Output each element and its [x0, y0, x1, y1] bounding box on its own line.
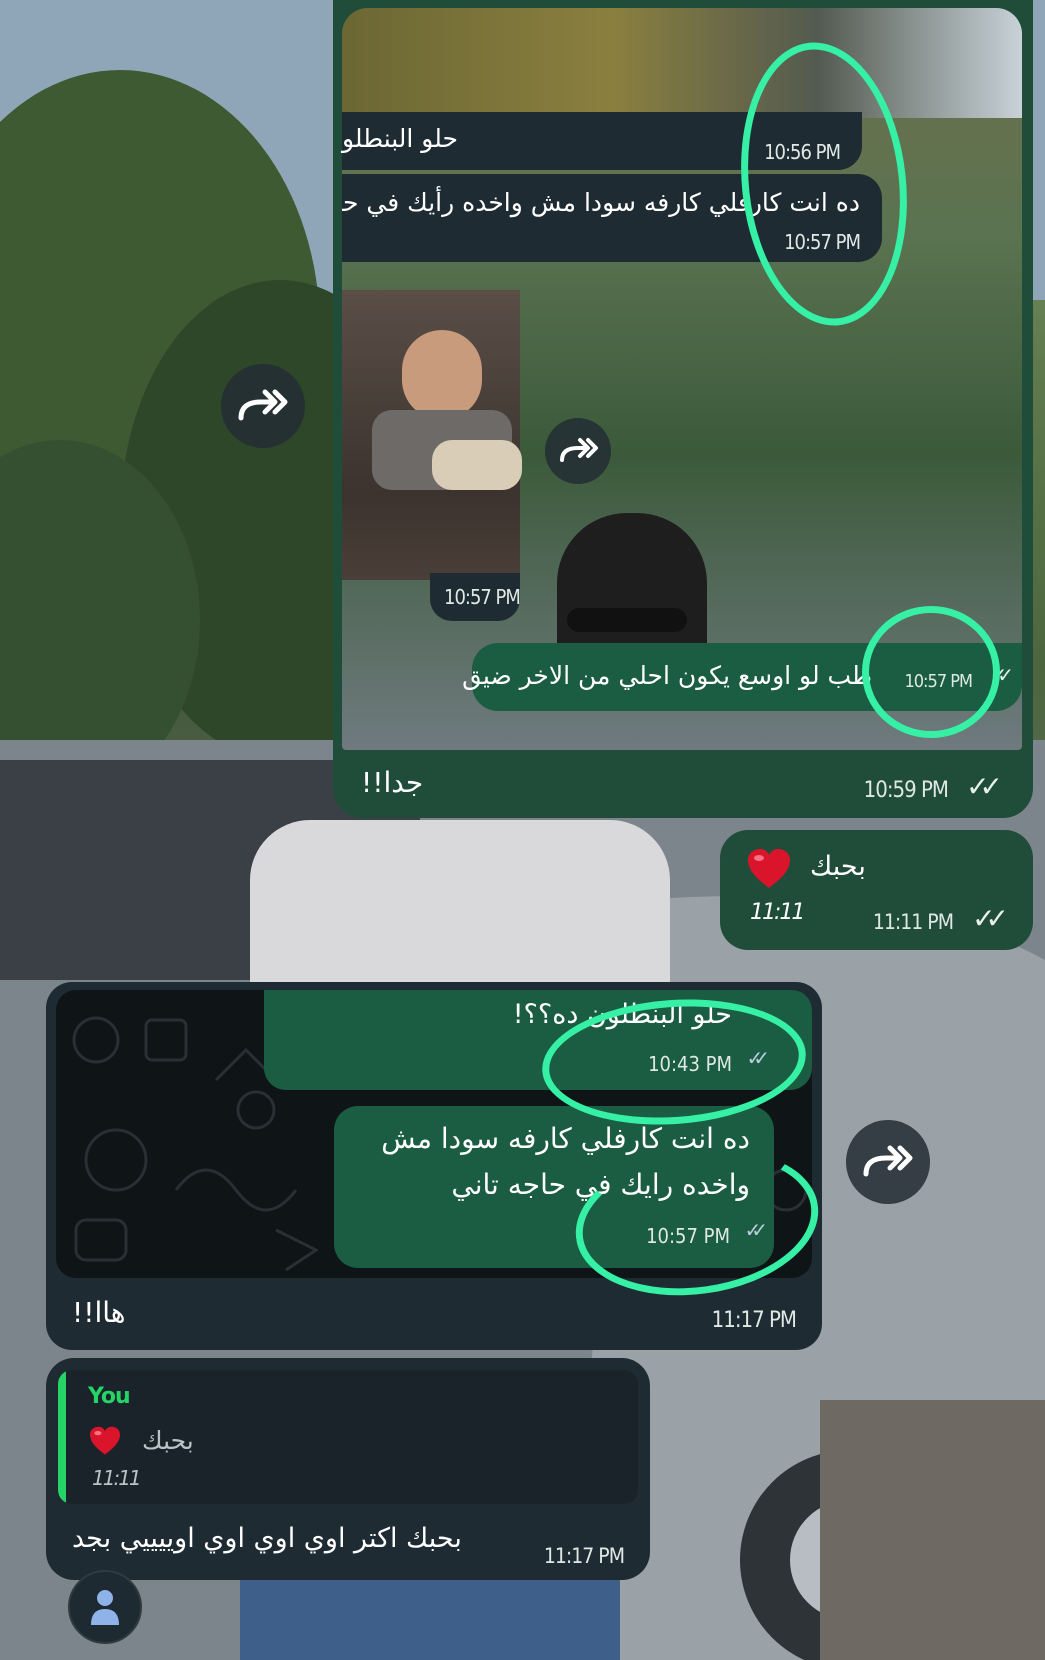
reply-bubble-2[interactable]: بحبك 11:11 11:11 PM ✓✓	[720, 830, 1033, 950]
heart-icon	[90, 1426, 120, 1455]
heart-icon	[748, 849, 790, 888]
reply-text: بحبك اكتر اوي اوي اوي اوييييي بجد	[72, 1523, 462, 1554]
reply-row-3[interactable]: هاا!! 11:17 PM	[46, 1280, 822, 1350]
msg-text: حلو البنطلو	[342, 124, 458, 153]
quoted-message[interactable]: You بحبك 11:11	[58, 1370, 638, 1504]
reply-time: 11:17 PM	[543, 1544, 625, 1568]
reply-time: 11:17 PM	[711, 1308, 797, 1333]
double-check-icon: ✓✓	[966, 770, 1003, 803]
user-avatar-icon[interactable]	[68, 1570, 142, 1644]
reply-time: 10:59 PM	[863, 778, 949, 803]
double-check-icon: ✓✓	[972, 902, 1009, 935]
quote-text: بحبك	[142, 1426, 194, 1455]
reply-bubble-4[interactable]: You بحبك 11:11 بحبك اكتر اوي اوي اوي اوي…	[46, 1358, 650, 1580]
quote-author: You	[88, 1384, 131, 1409]
reply-text: جدا!!	[361, 766, 424, 799]
quote-sub: 11:11	[92, 1466, 142, 1490]
reply-sub: 11:11	[750, 900, 805, 925]
highlight-circle-2	[862, 606, 1000, 738]
person-icon	[91, 1590, 119, 1625]
reply-row-1[interactable]: جدا!! 10:59 PM ✓✓	[333, 750, 1033, 818]
quote-bar	[58, 1370, 66, 1504]
forward-button-small[interactable]	[545, 418, 611, 484]
double-forward-arrow-icon	[560, 438, 598, 462]
reply-text: هاا!!	[72, 1296, 126, 1329]
forward-button-2[interactable]	[846, 1120, 930, 1204]
forward-button-1[interactable]	[221, 364, 305, 448]
reply-time: 11:11 PM	[872, 910, 954, 934]
double-forward-arrow-icon	[863, 1145, 913, 1177]
reply-text: بحبك	[810, 851, 866, 882]
child-photo-attachment[interactable]	[342, 290, 522, 580]
photo-time-bubble: 10:57 PM	[430, 573, 521, 621]
double-forward-arrow-icon	[238, 389, 288, 421]
msg-time: 10:57 PM	[444, 585, 521, 609]
msg-text: طب لو اوسع يكون احلي من الاخر ضيق	[462, 661, 872, 690]
